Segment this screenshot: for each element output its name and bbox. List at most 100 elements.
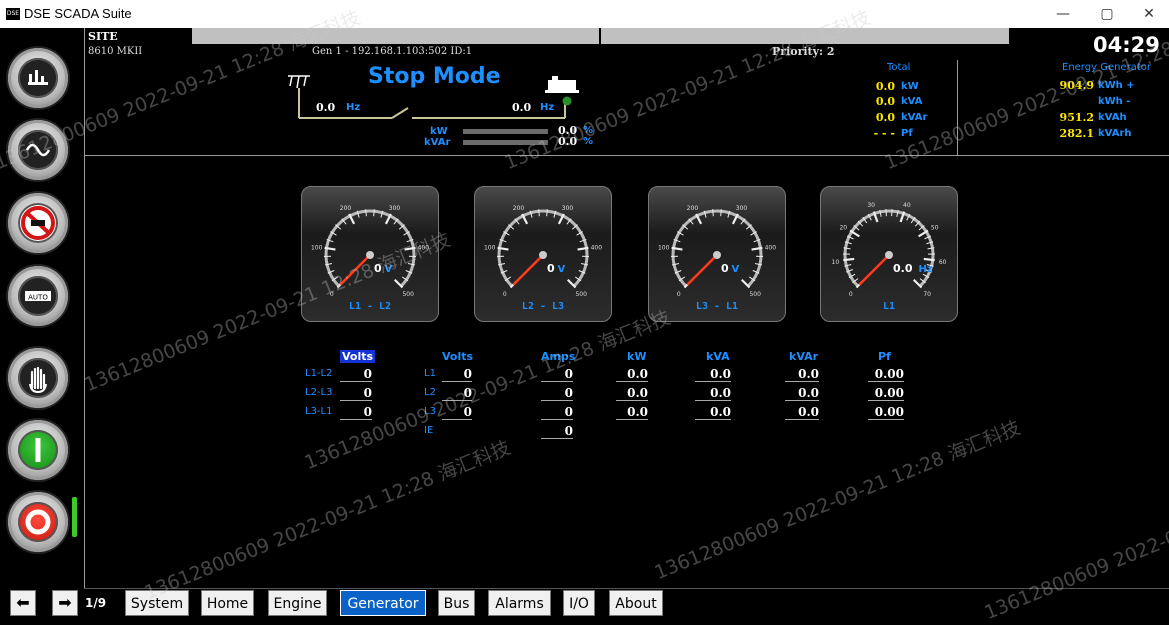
volts-ll-header[interactable]: Volts	[340, 350, 375, 363]
gauge-minor-tick	[547, 209, 548, 216]
gauge-tick-label: 200	[340, 205, 352, 212]
back-arrow-button[interactable]: ⬅	[10, 590, 36, 616]
gauge-label: L1 - L2	[349, 301, 391, 312]
close-button[interactable]: ✕	[1134, 2, 1164, 26]
gauge-unit: V	[558, 264, 566, 275]
gauge-4: 0102030405060700.0HzL1	[820, 186, 958, 322]
gauge-needle	[859, 255, 889, 285]
gauge-tick-label: 0	[677, 291, 681, 298]
controller-model: 8610 MKII	[88, 46, 142, 57]
gauge-minor-tick	[713, 209, 714, 216]
running-indicator	[72, 497, 77, 537]
kw-label: kW	[430, 126, 448, 137]
ll-volts-cell: 0	[340, 367, 372, 382]
gauge-tick-label: 0	[849, 291, 853, 298]
start-button[interactable]	[8, 420, 68, 480]
amps-cell: 0	[541, 424, 573, 439]
svg-text:AUTO: AUTO	[28, 294, 48, 302]
plant-overview-button[interactable]	[8, 48, 68, 108]
total-kvar: 0.0	[855, 111, 895, 124]
maximize-button[interactable]: ▢	[1092, 2, 1122, 26]
kva-cell: 0.0	[695, 367, 731, 382]
bus-icon	[288, 76, 310, 88]
gauge-major-tick	[914, 280, 922, 288]
gauge-tick-label: 500	[749, 291, 761, 298]
total-kvar-unit: kVAr	[901, 112, 927, 123]
gauge-major-tick	[568, 280, 576, 288]
mains-off-button[interactable]	[8, 193, 68, 253]
gauge-3: 01002003004005000VL3 - L1	[648, 186, 786, 322]
kvar-cell: 0.0	[785, 367, 819, 382]
volts-ln-header[interactable]: Volts	[442, 350, 473, 363]
gauge-tick-label: 50	[931, 224, 939, 231]
auto-mode-button[interactable]: AUTO	[8, 266, 68, 326]
gauge-major-tick	[395, 280, 403, 288]
arrow-left-icon: ⬅	[16, 593, 29, 612]
energy-kvarh-unit: kVArh	[1098, 128, 1132, 139]
gauge-tick-label: 0	[503, 291, 507, 298]
pf-cell: 0.00	[868, 367, 904, 382]
gauge-tick-label: 20	[839, 224, 847, 231]
gauge-tick-label: 400	[765, 245, 777, 252]
stop-button[interactable]	[8, 492, 68, 552]
nav-generator-button[interactable]: Generator	[340, 590, 426, 616]
gauge-arc	[499, 211, 587, 286]
kva-cell: 0.0	[695, 405, 731, 420]
total-kva: 0.0	[855, 95, 895, 108]
gauge-2: 01002003004005000VL2 - L3	[474, 186, 612, 322]
gauge-tick-label: 300	[389, 205, 401, 212]
gauge-major-tick	[924, 259, 935, 260]
nav-alarms-button[interactable]: Alarms	[488, 590, 551, 616]
gauge-arc	[673, 211, 761, 286]
gauge-tick-label: 60	[939, 259, 947, 266]
gauge-hub	[539, 251, 547, 259]
ll-row-label: L3-L1	[305, 406, 332, 417]
nav-bus-button[interactable]: Bus	[438, 590, 475, 616]
site-name: SITE	[88, 30, 118, 43]
nav-engine-button[interactable]: Engine	[268, 590, 327, 616]
gauge-tick-label: 400	[591, 245, 603, 252]
gauge-label: L1	[883, 301, 895, 312]
kva-header: kVA	[706, 350, 730, 363]
gauge-tick-label: 30	[867, 202, 875, 209]
amps-cell: 0	[541, 405, 573, 420]
gauge-unit: Hz	[919, 264, 933, 275]
bus-frequency: 0.0	[316, 101, 335, 114]
energy-kvah: 951.2	[1048, 111, 1094, 124]
gauge-minor-tick	[366, 209, 367, 216]
energy-kvah-unit: kVAh	[1098, 112, 1127, 123]
pf-cell: 0.00	[868, 386, 904, 401]
ll-row-label: L1-L2	[305, 368, 332, 379]
watermark-text: 13612800609 2022-09-21 12:28 海汇科技	[650, 413, 1024, 585]
page-indicator: 1/9	[85, 596, 106, 610]
gauge-dial: 01002003004005000VL3 - L1	[649, 187, 785, 321]
generator-icon	[545, 76, 579, 93]
total-kw: 0.0	[855, 80, 895, 93]
gauge-major-tick	[843, 259, 854, 260]
kw-cell: 0.0	[616, 367, 648, 382]
gauge-needle	[687, 255, 717, 285]
pf-cell: 0.00	[868, 405, 904, 420]
kva-cell: 0.0	[695, 386, 731, 401]
minimize-button[interactable]: —	[1048, 2, 1078, 26]
gauge-tick-label: 40	[903, 202, 911, 209]
manual-mode-button[interactable]	[8, 348, 68, 408]
bus-frequency-unit: Hz	[346, 102, 360, 113]
gauge-tick-label: 300	[736, 205, 748, 212]
kw-header: kW	[627, 350, 646, 363]
gauge-tick-label: 300	[562, 205, 574, 212]
gauge-value: 0	[547, 262, 555, 275]
gauge-tick-label: 100	[484, 245, 496, 252]
ln-volts-cell: 0	[442, 367, 472, 382]
forward-arrow-button[interactable]: ➡	[52, 590, 78, 616]
nav-home-button[interactable]: Home	[201, 590, 254, 616]
nav-io-button[interactable]: I/O	[563, 590, 595, 616]
gauge-value: 0.0	[893, 262, 913, 275]
nav-about-button[interactable]: About	[609, 590, 663, 616]
ln-row-label: L1	[424, 368, 436, 379]
kvar-header: kVAr	[789, 350, 818, 363]
gauge-tick-label: 200	[687, 205, 699, 212]
ll-volts-cell: 0	[340, 405, 372, 420]
ll-volts-cell: 0	[340, 386, 372, 401]
pf-header: Pf	[878, 350, 891, 363]
